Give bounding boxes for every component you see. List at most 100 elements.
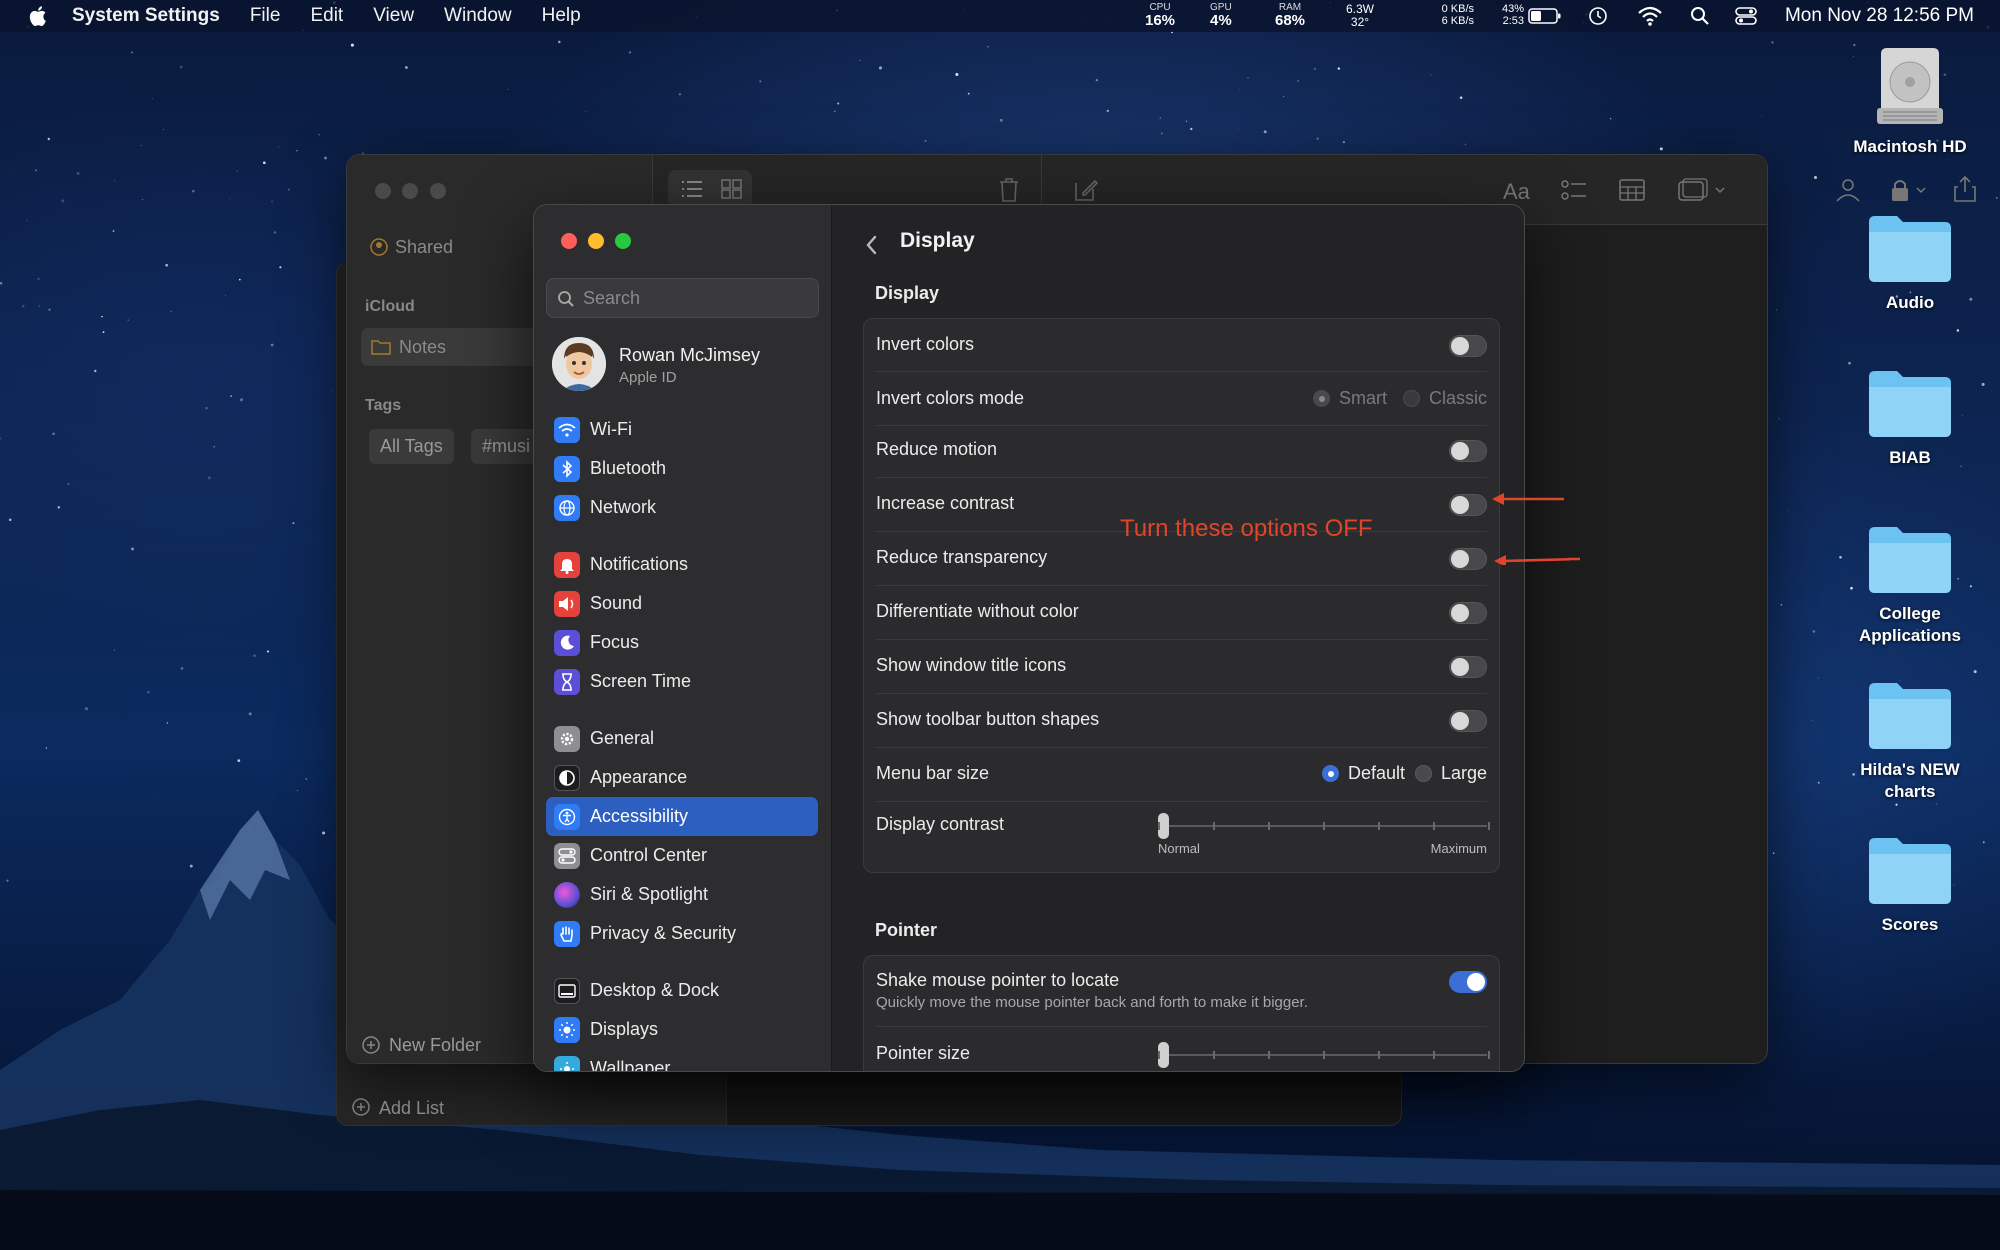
new-folder-button[interactable]: New Folder <box>389 1035 481 1056</box>
network-stat[interactable]: 0 KB/s 6 KB/s <box>1398 3 1474 27</box>
star <box>47 137 51 141</box>
sidebar-item-control-center[interactable]: Control Center <box>546 836 818 875</box>
sidebar-item-label: Network <box>590 497 657 517</box>
star <box>230 395 233 398</box>
minimize-button[interactable] <box>588 233 604 249</box>
menu-clock[interactable]: Mon Nov 28 12:56 PM <box>1785 5 1974 27</box>
share-icon[interactable] <box>1953 175 1977 203</box>
shared-item[interactable]: Shared <box>395 237 453 258</box>
star <box>1956 329 1960 332</box>
battery-stat[interactable]: 43% 2:53 <box>1488 3 1524 27</box>
menu-window[interactable]: Window <box>444 5 512 27</box>
all-tags-pill[interactable]: All Tags <box>369 429 454 464</box>
close-button[interactable] <box>561 233 577 249</box>
sidebar-item-label: Privacy & Security <box>590 923 737 943</box>
desktop-item-hildas-new-charts[interactable]: Hilda's NEW charts <box>1830 679 1990 803</box>
star <box>238 278 241 281</box>
sidebar-item-appearance[interactable]: Appearance <box>546 758 818 797</box>
sidebar-item-privacy-security[interactable]: Privacy & Security <box>546 914 818 953</box>
sidebar-item-notifications[interactable]: Notifications <box>546 545 818 584</box>
sidebar-item-bluetooth[interactable]: Bluetooth <box>546 449 818 488</box>
menu-app-name[interactable]: System Settings <box>72 5 220 27</box>
add-list-button[interactable]: Add List <box>379 1098 444 1119</box>
shake-pointer-label: Shake mouse pointer to locate <box>876 970 1120 990</box>
menu-edit[interactable]: Edit <box>310 5 343 27</box>
close-button[interactable] <box>375 183 391 199</box>
music-tag-pill[interactable]: #musi <box>471 429 542 464</box>
desktop-item-label-line1: College <box>1879 604 1941 623</box>
annotation-arrowhead-increase-contrast <box>1492 493 1504 505</box>
star <box>1775 309 1778 311</box>
control-center-status-icon[interactable] <box>1734 5 1758 27</box>
format-icon[interactable]: Aa <box>1503 179 1530 205</box>
power-stat[interactable]: 6.3W 32° <box>1346 3 1374 28</box>
star <box>1609 117 1612 120</box>
search-field[interactable] <box>546 278 819 318</box>
lock-icon[interactable] <box>1889 177 1933 203</box>
invert-mode-smart-radio[interactable]: Smart <box>1312 388 1387 409</box>
menu-file[interactable]: File <box>250 5 281 27</box>
back-chevron-icon[interactable] <box>862 231 882 259</box>
cpu-stat[interactable]: CPU 16% <box>1145 3 1175 29</box>
slider-tick <box>1433 822 1435 830</box>
sidebar-item-focus[interactable]: Focus <box>546 623 818 662</box>
search-input[interactable] <box>583 279 813 317</box>
minimize-button[interactable] <box>402 183 418 199</box>
trash-icon[interactable] <box>998 177 1020 203</box>
spotlight-icon[interactable] <box>1689 5 1711 27</box>
shake-pointer-toggle[interactable] <box>1449 971 1487 993</box>
wifi-status-icon[interactable] <box>1637 5 1663 27</box>
apple-id-profile[interactable]: Rowan McJimsey Apple ID <box>552 335 817 395</box>
collaborate-icon[interactable] <box>1833 177 1863 203</box>
desktop-item-biab[interactable]: BIAB <box>1830 367 1990 469</box>
toolbar-button-shapes-toggle[interactable] <box>1449 710 1487 732</box>
ram-stat[interactable]: RAM 68% <box>1275 3 1305 29</box>
checklist-icon[interactable] <box>1561 179 1587 203</box>
menu-bar-default-radio[interactable]: Default <box>1321 763 1405 784</box>
reduce-transparency-toggle[interactable] <box>1449 548 1487 570</box>
gallery-view-icon[interactable] <box>721 179 743 199</box>
window-title-icons-toggle[interactable] <box>1449 656 1487 678</box>
sidebar-item-wifi[interactable]: Wi-Fi <box>546 410 818 449</box>
star <box>180 667 184 670</box>
gpu-stat[interactable]: GPU 4% <box>1210 3 1232 29</box>
control-center-icon <box>554 842 580 869</box>
sidebar-item-wallpaper[interactable]: Wallpaper <box>546 1049 818 1071</box>
compose-icon[interactable] <box>1073 177 1099 203</box>
desktop-item-macintosh-hd[interactable]: Macintosh HD <box>1830 46 1990 158</box>
menu-help[interactable]: Help <box>542 5 581 27</box>
folder-icon <box>1867 212 1953 284</box>
sidebar-item-general[interactable]: General <box>546 719 818 758</box>
star <box>76 172 80 175</box>
time-machine-icon[interactable] <box>1587 5 1609 27</box>
desktop-item-scores[interactable]: Scores <box>1830 834 1990 936</box>
sidebar-item-displays[interactable]: Displays <box>546 1010 818 1049</box>
apple-menu-icon[interactable] <box>24 4 54 28</box>
sidebar-item-accessibility[interactable]: Accessibility <box>546 797 818 836</box>
reduce-motion-toggle[interactable] <box>1449 440 1487 462</box>
sidebar-item-siri-spotlight[interactable]: Siri & Spotlight <box>546 875 818 914</box>
list-view-icon[interactable] <box>681 179 703 199</box>
sidebar-item-network[interactable]: Network <box>546 488 818 527</box>
desktop-item-audio[interactable]: Audio <box>1830 212 1990 314</box>
zoom-button[interactable] <box>430 183 446 199</box>
desktop-item-college-applications[interactable]: College Applications <box>1830 523 1990 647</box>
media-icon[interactable] <box>1678 177 1730 203</box>
bell-icon <box>554 551 580 578</box>
battery-percent: 43% <box>1501 3 1524 15</box>
invert-mode-classic-radio[interactable]: Classic <box>1402 388 1487 409</box>
zoom-button[interactable] <box>615 233 631 249</box>
table-icon[interactable] <box>1619 179 1645 201</box>
sidebar-item-screen-time[interactable]: Screen Time <box>546 662 818 701</box>
increase-contrast-toggle[interactable] <box>1449 494 1487 516</box>
invert-colors-toggle[interactable] <box>1449 335 1487 357</box>
sidebar-item-label: Desktop & Dock <box>590 980 720 1000</box>
menu-view[interactable]: View <box>373 5 414 27</box>
menu-bar-large-radio[interactable]: Large <box>1414 763 1487 784</box>
battery-icon[interactable] <box>1528 5 1562 27</box>
row-divider <box>876 1026 1487 1027</box>
star <box>239 398 244 402</box>
differentiate-without-color-toggle[interactable] <box>1449 602 1487 624</box>
sidebar-item-sound[interactable]: Sound <box>546 584 818 623</box>
sidebar-item-desktop-dock[interactable]: Desktop & Dock <box>546 971 818 1010</box>
